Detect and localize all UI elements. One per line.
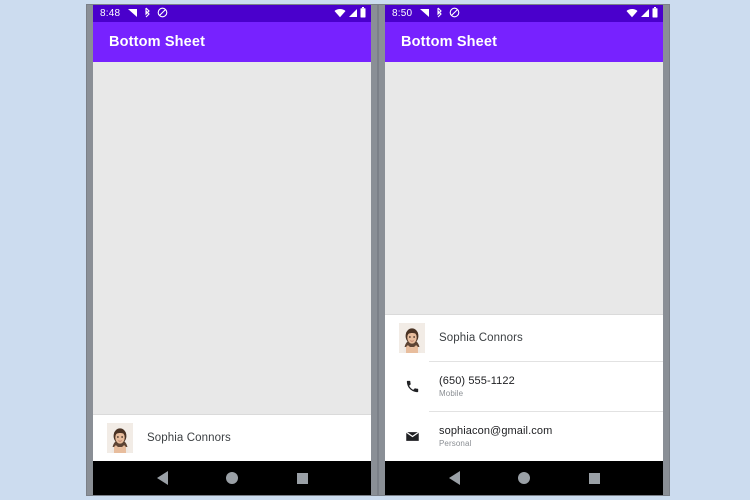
avatar bbox=[399, 323, 425, 353]
email-icon bbox=[399, 429, 425, 444]
contact-phone-number: (650) 555-1122 bbox=[439, 375, 515, 387]
status-bar: 8:48 bbox=[93, 5, 371, 22]
status-left-icons bbox=[419, 5, 460, 23]
app-bar-title: Bottom Sheet bbox=[401, 34, 498, 50]
phone-screen: 8:50 Bottom Sheet Sophia Connors (650) 5… bbox=[385, 5, 663, 495]
avatar bbox=[107, 423, 133, 453]
bottom-sheet-expanded[interactable]: Sophia Connors (650) 555-1122 Mobile sop… bbox=[385, 314, 663, 461]
system-nav-bar bbox=[93, 461, 371, 495]
phone-screen: 8:48 Bottom Sheet Sophia Connors bbox=[93, 5, 371, 495]
contact-phone-row[interactable]: (650) 555-1122 Mobile bbox=[385, 362, 663, 411]
contact-email-row[interactable]: sophiacon@gmail.com Personal bbox=[385, 412, 663, 461]
wifi-icon bbox=[334, 5, 346, 23]
contact-phone-texts: (650) 555-1122 Mobile bbox=[439, 375, 515, 398]
nav-back-button[interactable] bbox=[434, 461, 474, 495]
status-left-icons bbox=[127, 5, 168, 23]
nav-back-button[interactable] bbox=[142, 461, 182, 495]
app-bar: Bottom Sheet bbox=[385, 22, 663, 62]
cellular-signal-icon bbox=[348, 5, 358, 23]
do-not-disturb-icon bbox=[157, 5, 168, 23]
nav-recents-button[interactable] bbox=[574, 461, 614, 495]
status-bar: 8:50 bbox=[385, 5, 663, 22]
nav-home-button[interactable] bbox=[504, 461, 544, 495]
app-bar-title: Bottom Sheet bbox=[109, 34, 206, 50]
status-clock: 8:50 bbox=[392, 7, 413, 19]
contact-name: Sophia Connors bbox=[147, 432, 231, 444]
battery-icon bbox=[652, 5, 658, 23]
wifi-icon bbox=[626, 5, 638, 23]
contact-header-row[interactable]: Sophia Connors bbox=[93, 415, 371, 461]
phone-expanded: 8:50 Bottom Sheet Sophia Connors (650) 5… bbox=[378, 4, 670, 496]
nav-recents-button[interactable] bbox=[282, 461, 322, 495]
bluetooth-icon bbox=[144, 5, 151, 23]
status-clock: 8:48 bbox=[100, 7, 121, 19]
phone-icon bbox=[399, 379, 425, 394]
system-nav-bar bbox=[385, 461, 663, 495]
contact-email-label: Personal bbox=[439, 439, 472, 448]
contact-name: Sophia Connors bbox=[439, 332, 523, 344]
bluetooth-icon bbox=[436, 5, 443, 23]
status-right-icons bbox=[626, 5, 658, 23]
contact-email-texts: sophiacon@gmail.com Personal bbox=[439, 425, 552, 448]
contact-phone-label: Mobile bbox=[439, 389, 464, 398]
battery-icon bbox=[360, 5, 366, 23]
content-area: Sophia Connors bbox=[93, 62, 371, 461]
phone-collapsed: 8:48 Bottom Sheet Sophia Connors bbox=[86, 4, 378, 496]
status-right-icons bbox=[334, 5, 366, 23]
cellular-signal-icon bbox=[640, 5, 650, 23]
signal-flag-icon bbox=[127, 5, 138, 23]
do-not-disturb-icon bbox=[449, 5, 460, 23]
app-bar: Bottom Sheet bbox=[93, 22, 371, 62]
nav-home-button[interactable] bbox=[212, 461, 252, 495]
screenshot-stage: 8:48 Bottom Sheet Sophia Connors 8:50 Bo… bbox=[0, 0, 750, 500]
bottom-sheet-collapsed[interactable]: Sophia Connors bbox=[93, 414, 371, 461]
signal-flag-icon bbox=[419, 5, 430, 23]
content-area: Sophia Connors (650) 555-1122 Mobile sop… bbox=[385, 62, 663, 461]
contact-email-address: sophiacon@gmail.com bbox=[439, 425, 553, 437]
contact-header-row[interactable]: Sophia Connors bbox=[385, 315, 663, 361]
